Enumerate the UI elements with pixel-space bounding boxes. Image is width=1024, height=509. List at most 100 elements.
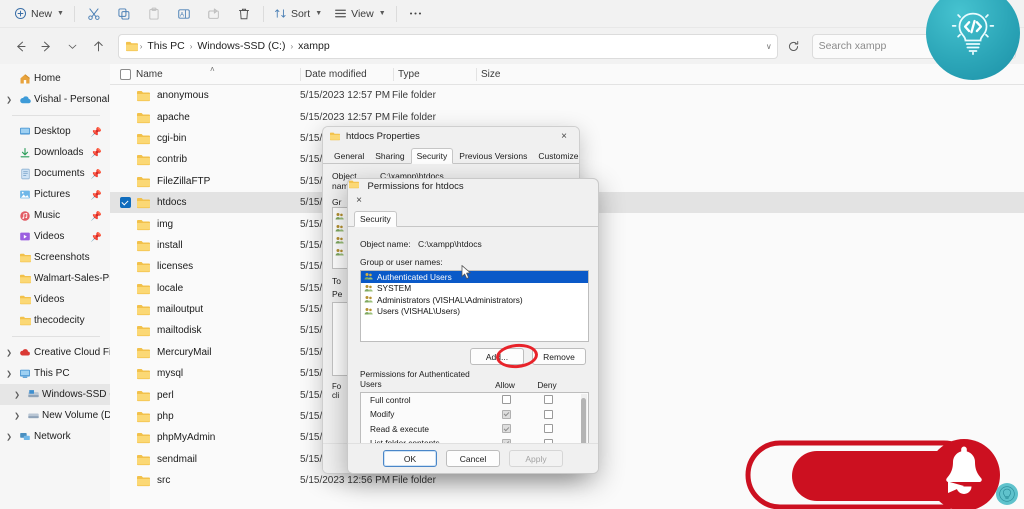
tab-security[interactable]: Security <box>411 148 454 164</box>
chevron-right-icon[interactable]: ❯ <box>10 391 24 399</box>
tab-security[interactable]: Security <box>354 211 397 227</box>
forward-button[interactable] <box>34 33 60 59</box>
pin-icon[interactable]: 📌 <box>91 127 102 138</box>
column-header-type[interactable]: Type <box>394 69 476 80</box>
table-row[interactable]: anonymous5/15/2023 12:57 PMFile folder <box>110 85 1024 106</box>
delete-button[interactable] <box>229 3 259 25</box>
chevron-right-icon[interactable]: ❯ <box>2 433 16 441</box>
sort-button[interactable]: Sort ▼ <box>268 3 328 25</box>
deny-checkbox[interactable] <box>544 410 553 419</box>
scrollbar-thumb[interactable] <box>581 398 586 446</box>
permission-row[interactable]: Read & execute <box>361 422 588 436</box>
tab-customize[interactable]: Customize <box>533 149 580 163</box>
chevron-right-icon[interactable]: ❯ <box>2 349 16 357</box>
file-name-cell[interactable]: cgi-bin <box>132 132 300 145</box>
file-name-cell[interactable]: img <box>132 218 300 231</box>
view-button[interactable]: View ▼ <box>328 3 392 25</box>
sidebar-item-home[interactable]: Home <box>0 68 110 89</box>
sidebar-item-this-pc[interactable]: ❯ This PC <box>0 363 110 384</box>
allow-checkbox[interactable] <box>502 424 511 433</box>
sidebar-item-screenshots[interactable]: Screenshots <box>0 247 110 268</box>
breadcrumb-item-windows-ssd[interactable]: Windows-SSD (C:) <box>193 39 289 53</box>
breadcrumb-item-this-pc[interactable]: This PC <box>143 39 188 53</box>
file-name-cell[interactable]: htdocs <box>132 196 300 209</box>
tab-previous-versions[interactable]: Previous Versions <box>454 149 532 163</box>
table-row[interactable]: apache5/15/2023 12:57 PMFile folder <box>110 106 1024 127</box>
breadcrumb[interactable]: › This PC › Windows-SSD (C:) › xampp ∨ <box>118 34 778 59</box>
permission-row[interactable]: Full control <box>361 393 588 407</box>
allow-cell[interactable] <box>485 395 527 404</box>
list-item-system[interactable]: SYSTEM <box>361 283 588 295</box>
file-name-cell[interactable]: anonymous <box>132 89 300 102</box>
properties-title-bar[interactable]: htdocs Properties × <box>323 127 579 146</box>
sidebar-item-downloads[interactable]: Downloads 📌 <box>0 142 110 163</box>
deny-checkbox[interactable] <box>544 395 553 404</box>
file-name-cell[interactable]: mysql <box>132 367 300 380</box>
tab-sharing[interactable]: Sharing <box>370 149 409 163</box>
deny-checkbox[interactable] <box>544 424 553 433</box>
file-name-cell[interactable]: mailoutput <box>132 303 300 316</box>
sidebar-item-new-volume[interactable]: ❯ New Volume (D:) <box>0 405 110 426</box>
breadcrumb-dropdown-icon[interactable]: ∨ <box>765 42 773 51</box>
file-name-cell[interactable]: php <box>132 410 300 423</box>
sidebar-item-walmart-sales-pred[interactable]: Walmart-Sales-Pred <box>0 268 110 289</box>
permissions-apply-button[interactable]: Apply <box>509 450 563 467</box>
sidebar-item-desktop[interactable]: Desktop 📌 <box>0 121 110 142</box>
deny-cell[interactable] <box>527 424 569 433</box>
group-or-user-names-list[interactable]: Authenticated Users SYSTEM Administrator… <box>360 270 589 342</box>
sidebar-item-thecodecity[interactable]: thecodecity <box>0 310 110 331</box>
select-all-checkbox[interactable] <box>110 69 132 80</box>
rename-button[interactable]: A <box>169 3 199 25</box>
properties-tabs[interactable]: General Sharing Security Previous Versio… <box>323 146 579 164</box>
sidebar-item-videos-folder[interactable]: Videos <box>0 289 110 310</box>
remove-button[interactable]: Remove <box>532 348 586 365</box>
refresh-button[interactable] <box>782 34 806 58</box>
permission-row[interactable]: Modify <box>361 407 588 421</box>
column-header-size[interactable]: Size <box>477 69 537 80</box>
file-name-cell[interactable]: apache <box>132 111 300 124</box>
tab-general[interactable]: General <box>329 149 369 163</box>
sidebar-item-pictures[interactable]: Pictures 📌 <box>0 184 110 205</box>
list-item-authenticated-users[interactable]: Authenticated Users <box>361 271 588 283</box>
add-button[interactable]: Add... <box>470 348 524 365</box>
permissions-for-htdocs-dialog[interactable]: Permissions for htdocs × Security Object… <box>347 178 599 474</box>
file-name-cell[interactable]: contrib <box>132 153 300 166</box>
pin-icon[interactable]: 📌 <box>91 148 102 159</box>
allow-checkbox[interactable] <box>502 410 511 419</box>
more-options-button[interactable] <box>401 3 431 25</box>
recent-locations-button[interactable] <box>60 33 86 59</box>
close-icon[interactable]: × <box>348 192 370 209</box>
permissions-cancel-button[interactable]: Cancel <box>446 450 500 467</box>
close-icon[interactable]: × <box>553 128 575 145</box>
share-button[interactable] <box>199 3 229 25</box>
new-button[interactable]: New ▼ <box>8 3 70 25</box>
file-name-cell[interactable]: sendmail <box>132 453 300 466</box>
file-name-cell[interactable]: licenses <box>132 260 300 273</box>
permissions-ok-button[interactable]: OK <box>383 450 437 467</box>
file-name-cell[interactable]: install <box>132 239 300 252</box>
list-item-administrators[interactable]: Administrators (VISHAL\Administrators) <box>361 294 588 306</box>
column-header-date-modified[interactable]: Date modified <box>301 69 393 80</box>
back-button[interactable] <box>8 33 34 59</box>
up-button[interactable] <box>86 33 112 59</box>
row-checkbox[interactable] <box>110 197 132 208</box>
pin-icon[interactable]: 📌 <box>91 190 102 201</box>
allow-cell[interactable] <box>485 424 527 433</box>
file-name-cell[interactable]: locale <box>132 282 300 295</box>
permissions-title-bar[interactable]: Permissions for htdocs × <box>348 179 598 209</box>
chevron-right-icon[interactable]: ❯ <box>10 412 24 420</box>
pin-icon[interactable]: 📌 <box>91 232 102 243</box>
sidebar-item-music[interactable]: Music 📌 <box>0 205 110 226</box>
copy-button[interactable] <box>109 3 139 25</box>
paste-button[interactable] <box>139 3 169 25</box>
list-item-users[interactable]: Users (VISHAL\Users) <box>361 306 588 318</box>
sidebar-item-onedrive-personal[interactable]: ❯ Vishal - Personal <box>0 89 110 110</box>
column-header-name[interactable]: Name ˄ <box>132 69 300 80</box>
deny-cell[interactable] <box>527 410 569 419</box>
sidebar-item-creative-cloud-files[interactable]: ❯ Creative Cloud Files <box>0 342 110 363</box>
file-name-cell[interactable]: FileZillaFTP <box>132 175 300 188</box>
pin-icon[interactable]: 📌 <box>91 211 102 222</box>
deny-cell[interactable] <box>527 395 569 404</box>
allow-cell[interactable] <box>485 410 527 419</box>
file-name-cell[interactable]: MercuryMail <box>132 346 300 359</box>
